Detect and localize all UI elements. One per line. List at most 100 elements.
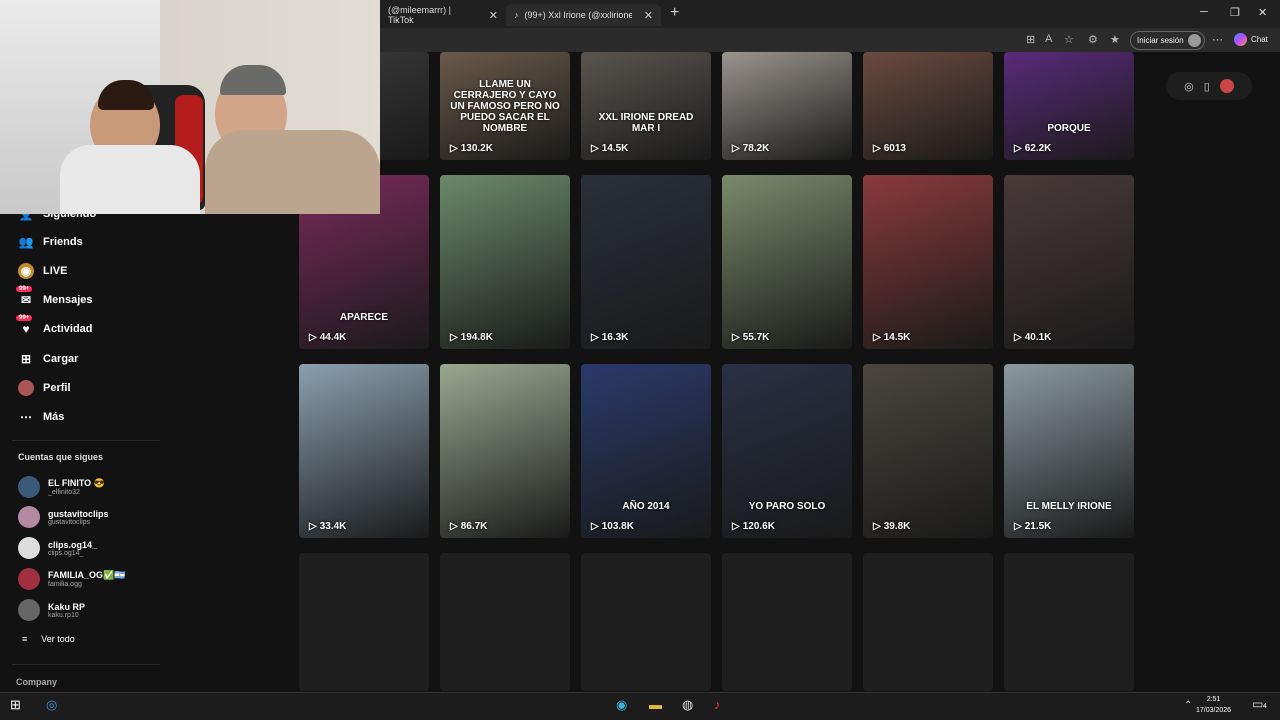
view-count: ▷ 103.8K bbox=[591, 521, 634, 532]
live-icon: ◉ bbox=[18, 263, 34, 279]
account-item[interactable]: EL FINITO 😎 _elfinito32 bbox=[18, 476, 105, 498]
extensions-icon[interactable]: ⚙ bbox=[1088, 33, 1098, 46]
account-item[interactable]: gustavitoclips gustavitoclips bbox=[18, 506, 109, 528]
close-icon[interactable]: ✕ bbox=[489, 9, 498, 22]
phone-icon[interactable]: ▯ bbox=[1204, 80, 1210, 93]
sidebar-item-live[interactable]: ◉ LIVE bbox=[18, 263, 67, 279]
sidebar-item-activity[interactable]: ♥ 99+ Actividad bbox=[16, 315, 93, 337]
copilot-chat-button[interactable]: Chat bbox=[1234, 33, 1268, 46]
account-name: gustavitoclips bbox=[48, 508, 109, 519]
account-handle: familia.ogg bbox=[48, 581, 82, 588]
sidebar-item-upload[interactable]: ⊞ Cargar bbox=[18, 351, 79, 367]
video-caption: PORQUE bbox=[1047, 123, 1091, 134]
avatar[interactable] bbox=[1219, 79, 1234, 93]
file-explorer-icon[interactable]: ▬ bbox=[649, 697, 662, 712]
video-tile[interactable]: ▷ 6013 bbox=[863, 52, 993, 160]
video-tile[interactable]: EL MELLY IRIONE ▷ 21.5K bbox=[1004, 364, 1134, 538]
view-count-label: 33.4K bbox=[319, 521, 347, 532]
menu-icon[interactable]: ⋯ bbox=[1212, 33, 1223, 46]
video-tile[interactable]: ▷ 55.7K bbox=[722, 175, 852, 349]
messages-icon: ✉ 99+ bbox=[16, 286, 34, 308]
play-icon: ▷ bbox=[591, 143, 599, 154]
edge-browser-icon[interactable]: ◉ bbox=[616, 697, 627, 713]
notification-icon[interactable]: ▭ bbox=[1252, 697, 1263, 711]
sidebar-item-label: Mensajes bbox=[43, 294, 93, 306]
play-icon: ▷ bbox=[1014, 332, 1022, 343]
chevron-up-icon[interactable]: ⌃ bbox=[1184, 700, 1192, 711]
following-accounts-title: Cuentas que sigues bbox=[18, 452, 104, 462]
new-tab-button[interactable]: + bbox=[670, 4, 679, 22]
see-all-button[interactable]: ≡ Ver todo bbox=[22, 634, 75, 644]
account-handle: kaku.rp10 bbox=[48, 611, 79, 619]
favorites-icon[interactable]: ★ bbox=[1110, 33, 1120, 46]
sidebar-item-label: Cargar bbox=[43, 353, 79, 365]
video-placeholder bbox=[299, 553, 429, 691]
signin-button[interactable]: Iniciar sesión bbox=[1130, 31, 1205, 50]
play-icon: ▷ bbox=[873, 332, 881, 343]
video-tile[interactable]: ▷ 40.1K bbox=[1004, 175, 1134, 349]
account-name: clips.og14_ bbox=[48, 539, 98, 550]
view-count-label: 103.8K bbox=[601, 521, 634, 532]
app-available-icon[interactable]: ⊞ bbox=[1026, 33, 1035, 46]
sidebar-item-label: Perfil bbox=[43, 382, 71, 394]
avatar bbox=[1188, 34, 1201, 47]
video-tile[interactable]: LLAME UN CERRAJERO Y CAYO UN FAMOSO PERO… bbox=[440, 52, 570, 160]
video-tile[interactable]: ▷ 86.7K bbox=[440, 364, 570, 538]
video-tile[interactable]: PORQUE ▷ 62.2K bbox=[1004, 52, 1134, 160]
avatar bbox=[18, 506, 40, 528]
webcam-shirt-left bbox=[60, 145, 200, 214]
tab-xxl-irione[interactable]: ♪ (99+) Xxl Irione (@xxlirioneoficial) ✕ bbox=[506, 4, 661, 26]
close-icon[interactable]: ✕ bbox=[644, 9, 653, 22]
clock-date: 17/03/2026 bbox=[1196, 707, 1232, 714]
avatar bbox=[18, 599, 40, 621]
tab-label: (99+) Xxl Irione (@xxlirioneoficial) bbox=[524, 10, 632, 20]
video-tile[interactable]: ▷ 14.5K bbox=[863, 175, 993, 349]
minimize-icon[interactable]: ─ bbox=[1200, 6, 1208, 18]
video-tile[interactable]: ▷ 39.8K bbox=[863, 364, 993, 538]
video-caption: AÑO 2014 bbox=[622, 501, 670, 512]
video-caption: LLAME UN CERRAJERO Y CAYO UN FAMOSO PERO… bbox=[450, 79, 560, 134]
close-window-icon[interactable]: ✕ bbox=[1258, 6, 1267, 19]
more-icon: ⋯ bbox=[20, 410, 32, 424]
account-item[interactable]: Kaku RP kaku.rp10 bbox=[18, 599, 85, 621]
video-tile[interactable]: AÑO 2014 ▷ 103.8K bbox=[581, 364, 711, 538]
view-count-label: 6013 bbox=[883, 143, 906, 154]
sidebar-item-label: LIVE bbox=[43, 265, 68, 277]
sidebar-item-messages[interactable]: ✉ 99+ Mensajes bbox=[16, 286, 93, 308]
company-link[interactable]: Company bbox=[16, 677, 57, 687]
favorite-icon[interactable]: ☆ bbox=[1064, 33, 1074, 46]
view-count: ▷ 86.7K bbox=[450, 521, 487, 532]
windows-start-icon[interactable]: ⊞ bbox=[10, 697, 21, 713]
video-tile[interactable]: ▷ 78.2K bbox=[722, 52, 852, 160]
tab-tiktok-mileemarrr[interactable]: (@mileemarrr) | TikTok ✕ bbox=[380, 4, 506, 26]
app-icon[interactable]: ◍ bbox=[682, 697, 693, 713]
view-count-label: 120.6K bbox=[742, 521, 775, 532]
translate-icon[interactable]: A bbox=[1045, 33, 1052, 45]
view-count-label: 16.3K bbox=[601, 332, 629, 343]
view-count-label: 86.7K bbox=[460, 521, 488, 532]
account-item[interactable]: FAMILIA_OG✅🇦🇷 familia.ogg bbox=[18, 568, 125, 590]
video-tile[interactable]: YO PARO SOLO ▷ 120.6K bbox=[722, 364, 852, 538]
tiktok-app-icon[interactable]: ♪ bbox=[714, 697, 721, 712]
video-caption: APARECE bbox=[339, 312, 389, 323]
view-count: ▷ 120.6K bbox=[732, 521, 775, 532]
sidebar-item-profile[interactable]: Perfil bbox=[18, 380, 71, 396]
sidebar-item-more[interactable]: ⋯ Más bbox=[18, 409, 64, 425]
video-tile[interactable]: ▷ 194.8K bbox=[440, 175, 570, 349]
video-tile[interactable]: ▷ 16.3K bbox=[581, 175, 711, 349]
account-name: Kaku RP bbox=[48, 601, 86, 612]
video-tile[interactable]: ▷ 33.4K bbox=[299, 364, 429, 538]
account-item[interactable]: clips.og14_ clips.og14_ bbox=[18, 537, 97, 559]
view-count: ▷ 21.5K bbox=[1014, 521, 1051, 532]
system-clock[interactable]: 2:51 17/03/2026 bbox=[1196, 694, 1231, 716]
windows-taskbar bbox=[0, 692, 1280, 720]
video-tile[interactable]: XXL IRIONE DREAD MAR I ▷ 14.5K bbox=[581, 52, 711, 160]
divider bbox=[12, 440, 160, 441]
sidebar-item-friends[interactable]: 👥 Friends bbox=[18, 234, 83, 250]
divider bbox=[12, 664, 160, 665]
restore-icon[interactable]: ❐ bbox=[1230, 6, 1240, 19]
compass-icon[interactable]: ◎ bbox=[1184, 80, 1194, 93]
view-count-label: 44.4K bbox=[319, 332, 347, 343]
view-count: ▷ 78.2K bbox=[732, 143, 769, 154]
edge-icon[interactable]: ◎ bbox=[46, 697, 57, 713]
